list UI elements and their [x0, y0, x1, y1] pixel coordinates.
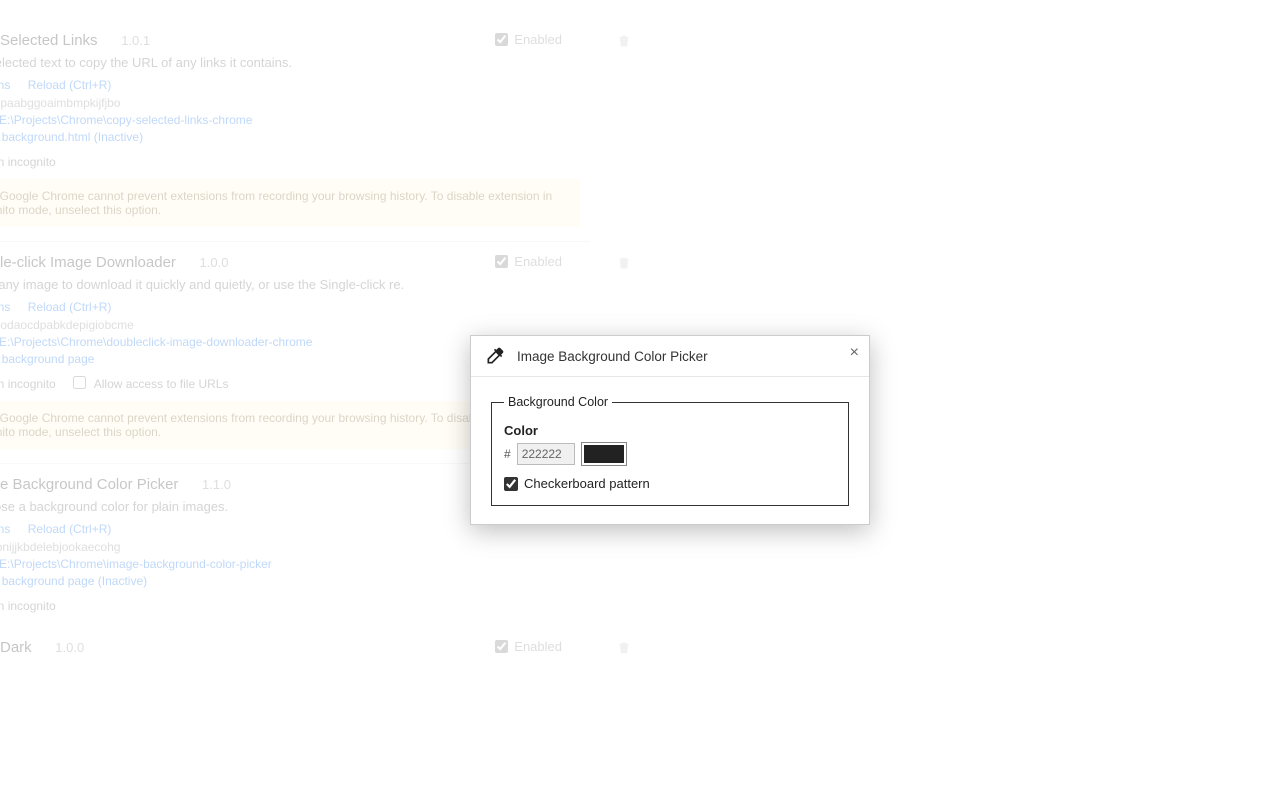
color-hash: #: [504, 447, 511, 461]
color-swatch-inner: [584, 445, 624, 463]
color-input[interactable]: [517, 443, 575, 465]
color-label: Color: [504, 423, 836, 438]
close-button[interactable]: ×: [850, 344, 859, 362]
color-picker-modal: Image Background Color Picker × Backgrou…: [470, 335, 870, 525]
checkerboard-label: Checkerboard pattern: [524, 476, 650, 491]
fieldset-legend: Background Color: [504, 395, 612, 409]
checkerboard-checkbox[interactable]: [504, 477, 518, 491]
modal-title: Image Background Color Picker: [517, 349, 708, 364]
background-color-group: Background Color Color # Checkerboard pa…: [491, 395, 849, 506]
dropper-icon: [485, 346, 505, 366]
color-swatch[interactable]: [581, 442, 627, 466]
